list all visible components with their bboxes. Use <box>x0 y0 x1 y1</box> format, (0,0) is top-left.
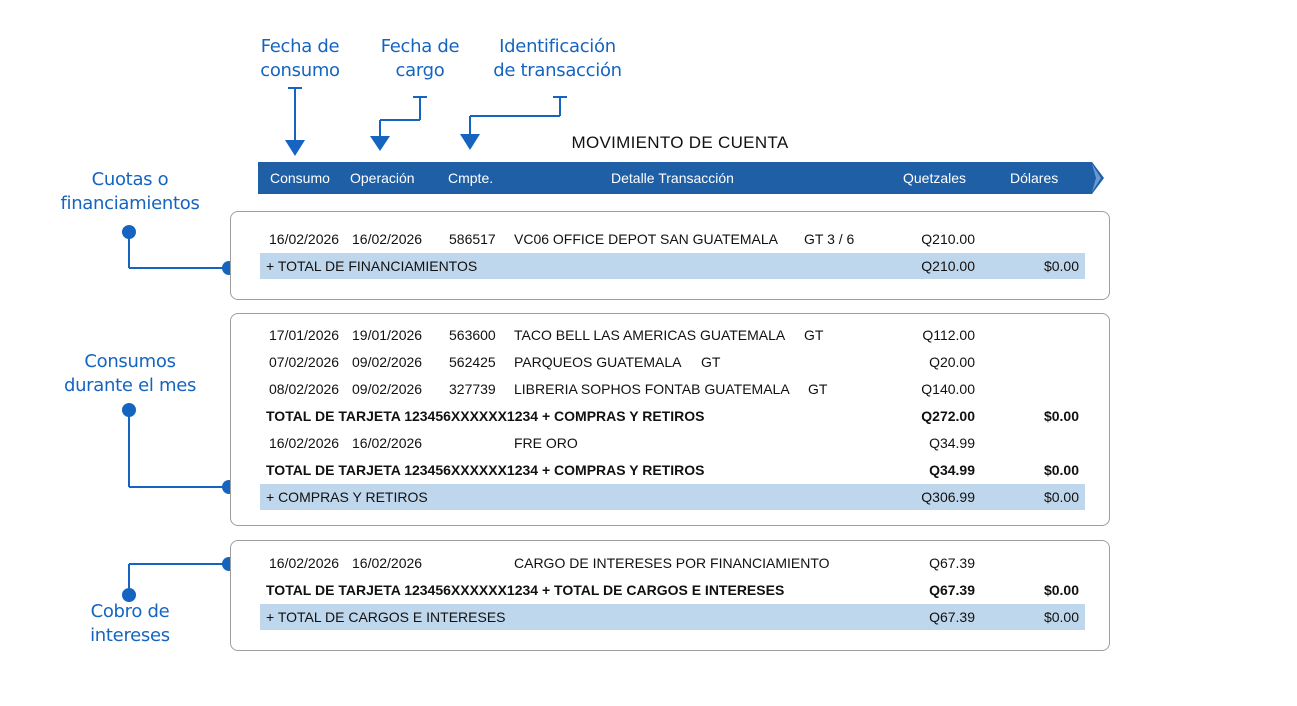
card-total-row: TOTAL DE TARJETA 123456XXXXXX1234 + TOTA… <box>231 577 1109 603</box>
column-header-detalle: Detalle Transacción <box>611 170 734 186</box>
column-header-dolares: Dólares <box>1010 170 1059 186</box>
card-total-label: TOTAL DE TARJETA 123456XXXXXX1234 + TOTA… <box>266 582 785 598</box>
fecha-operacion: 16/02/2026 <box>352 231 423 247</box>
comprobante: 586517 <box>449 231 496 247</box>
fecha-consumo: 08/02/2026 <box>269 381 340 397</box>
section-total-row: + TOTAL DE CARGOS E INTERESES Q67.39 $0.00 <box>260 604 1085 630</box>
page-title: MOVIMIENTO DE CUENTA <box>571 133 789 152</box>
detalle-transaccion: CARGO DE INTERESES POR FINANCIAMIENTO <box>514 555 830 571</box>
column-header-cmpte: Cmpte. <box>448 170 494 186</box>
section-total-row: + TOTAL DE FINANCIAMIENTOS Q210.00 $0.00 <box>260 253 1085 279</box>
detalle-transaccion: PARQUEOS GUATEMALA <box>514 354 682 370</box>
fecha-consumo: 17/01/2026 <box>269 327 340 343</box>
transaction-row: 17/01/2026 19/01/2026 563600 TACO BELL LAS … <box>231 322 1109 348</box>
detalle-extra: GT <box>701 354 721 370</box>
section-cargos-intereses: 16/02/2026 16/02/2026 CARGO DE INTERESES P… <box>230 540 1110 651</box>
total-quetzales: Q67.39 <box>929 609 975 625</box>
total-quetzales: Q210.00 <box>921 258 975 274</box>
total-label: + COMPRAS Y RETIROS <box>266 489 428 505</box>
detalle-extra: GT 3 / 6 <box>804 231 855 247</box>
monto-quetzales: Q34.99 <box>929 435 975 451</box>
transaction-row: 07/02/2026 09/02/2026 562425 PARQUEOS GUATE… <box>231 349 1109 375</box>
column-header-consumo: Consumo <box>270 170 330 186</box>
total-dolares: $0.00 <box>1043 489 1079 505</box>
column-header-quetzales: Quetzales <box>903 170 967 186</box>
transaction-row: 16/02/2026 16/02/2026 FRE ORO Q34.99 <box>231 430 1109 456</box>
monto-quetzales: Q67.39 <box>929 555 975 571</box>
fecha-operacion: 09/02/2026 <box>352 381 423 397</box>
total-label: + TOTAL DE FINANCIAMIENTOS <box>266 258 478 274</box>
section-compras-retiros: 17/01/2026 19/01/2026 563600 TACO BELL LAS … <box>230 313 1110 526</box>
fecha-consumo: 07/02/2026 <box>269 354 340 370</box>
card-total-label: TOTAL DE TARJETA 123456XXXXXX1234 + COMP… <box>266 408 705 424</box>
fecha-operacion: 16/02/2026 <box>352 555 423 571</box>
monto-quetzales: Q210.00 <box>921 231 975 247</box>
fecha-operacion: 16/02/2026 <box>352 435 423 451</box>
arrowhead-identificacion <box>460 134 480 150</box>
card-total-dolares: $0.00 <box>1043 408 1079 424</box>
transaction-row: 16/02/2026 16/02/2026 586517 VC06 OFFICE DE… <box>231 226 1109 252</box>
detalle-extra: GT <box>808 381 828 397</box>
column-header-operacion: Operación <box>350 170 415 186</box>
detalle-transaccion: TACO BELL LAS AMERICAS GUATEMALA <box>514 327 786 343</box>
detalle-transaccion: FRE ORO <box>514 435 578 451</box>
monto-quetzales: Q140.00 <box>921 381 975 397</box>
comprobante: 327739 <box>449 381 496 397</box>
card-total-quetzales: Q272.00 <box>921 408 975 424</box>
comprobante: 563600 <box>449 327 496 343</box>
comprobante: 562425 <box>449 354 496 370</box>
arrowhead-cargo <box>370 136 390 151</box>
card-total-quetzales: Q67.39 <box>929 582 975 598</box>
total-dolares: $0.00 <box>1043 609 1079 625</box>
total-quetzales: Q306.99 <box>921 489 975 505</box>
detalle-transaccion: LIBRERIA SOPHOS FONTAB GUATEMALA <box>514 381 790 397</box>
fecha-operacion: 09/02/2026 <box>352 354 423 370</box>
detalle-extra: GT <box>804 327 824 343</box>
card-total-dolares: $0.00 <box>1043 582 1079 598</box>
transaction-row: 08/02/2026 09/02/2026 327739 LIBRERIA SOPHO… <box>231 376 1109 402</box>
monto-quetzales: Q20.00 <box>929 354 975 370</box>
fecha-consumo: 16/02/2026 <box>269 555 340 571</box>
section-total-row: + COMPRAS Y RETIROS Q306.99 $0.00 <box>260 484 1085 510</box>
total-label: + TOTAL DE CARGOS E INTERESES <box>266 609 506 625</box>
fecha-consumo: 16/02/2026 <box>269 231 340 247</box>
detalle-transaccion: VC06 OFFICE DEPOT SAN GUATEMALA <box>514 231 778 247</box>
section-financiamientos: 16/02/2026 16/02/2026 586517 VC06 OFFICE DE… <box>230 211 1110 300</box>
card-total-dolares: $0.00 <box>1043 462 1079 478</box>
card-total-label: TOTAL DE TARJETA 123456XXXXXX1234 + COMP… <box>266 462 705 478</box>
fecha-consumo: 16/02/2026 <box>269 435 340 451</box>
total-dolares: $0.00 <box>1043 258 1079 274</box>
transaction-row: 16/02/2026 16/02/2026 CARGO DE INTERESES P… <box>231 550 1109 576</box>
arrowhead-consumo <box>285 140 305 156</box>
monto-quetzales: Q112.00 <box>922 327 975 343</box>
card-total-row: TOTAL DE TARJETA 123456XXXXXX1234 + COMP… <box>231 457 1109 483</box>
card-total-row: TOTAL DE TARJETA 123456XXXXXX1234 + COMP… <box>231 403 1109 429</box>
card-total-quetzales: Q34.99 <box>929 462 975 478</box>
fecha-operacion: 19/01/2026 <box>352 327 423 343</box>
